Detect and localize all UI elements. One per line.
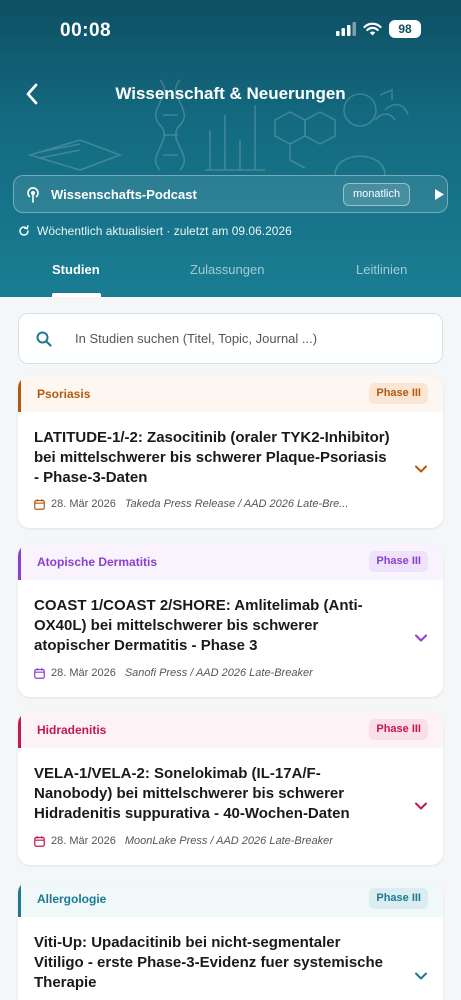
phase-badge: Phase III bbox=[369, 719, 428, 740]
status-icons: 98 bbox=[336, 20, 421, 38]
category-label: Allergologie bbox=[37, 892, 107, 906]
search-icon bbox=[36, 331, 52, 347]
card-body: LATITUDE-1/-2: Zasocitinib (oraler TYK2-… bbox=[18, 412, 443, 488]
chevron-down-icon[interactable] bbox=[414, 971, 428, 981]
study-meta: 28. Mär 2026 Takeda Press Release / AAD … bbox=[34, 498, 394, 510]
card-header: Atopische Dermatitis Phase III bbox=[18, 544, 443, 580]
update-text: Wöchentlich aktualisiert · zuletzt am 09… bbox=[37, 224, 292, 238]
screen: 00:08 98 Wissenschaft & Neuerungen Wisse… bbox=[0, 0, 461, 1000]
category-accent-bar bbox=[18, 544, 21, 580]
chevron-down-icon[interactable] bbox=[414, 801, 428, 811]
phase-badge: Phase III bbox=[369, 888, 428, 909]
category-label: Atopische Dermatitis bbox=[37, 555, 158, 569]
podcast-banner[interactable]: Wissenschafts-Podcast monatlich bbox=[13, 175, 448, 213]
card-header: Allergologie Phase III bbox=[18, 881, 443, 917]
category-accent-bar bbox=[18, 376, 21, 412]
study-title: VELA-1/VELA-2: Sonelokimab (IL-17A/F-Nan… bbox=[34, 765, 350, 822]
study-date: 28. Mär 2026 bbox=[51, 667, 116, 679]
signal-icon bbox=[336, 22, 356, 36]
card-body: Viti-Up: Upadacitinib bei nicht-segmenta… bbox=[18, 917, 443, 993]
study-date: 28. Mär 2026 bbox=[51, 835, 116, 847]
card-header: Psoriasis Phase III bbox=[18, 376, 443, 412]
tab-studien[interactable]: Studien bbox=[52, 262, 100, 277]
category-accent-bar bbox=[18, 712, 21, 748]
category-label: Hidradenitis bbox=[37, 723, 107, 737]
study-meta: 28. Mär 2026 Sanofi Press / AAD 2026 Lat… bbox=[34, 667, 394, 679]
status-time: 00:08 bbox=[60, 20, 112, 41]
page-title: Wissenschaft & Neuerungen bbox=[115, 84, 346, 103]
card-body: VELA-1/VELA-2: Sonelokimab (IL-17A/F-Nan… bbox=[18, 748, 443, 824]
status-bar: 00:08 98 bbox=[0, 0, 461, 60]
tab-active-indicator bbox=[52, 293, 101, 297]
calendar-icon bbox=[34, 835, 45, 847]
calendar-icon bbox=[34, 498, 45, 510]
tab-bar: Studien Zulassungen Leitlinien bbox=[0, 258, 461, 297]
tab-zulassungen[interactable]: Zulassungen bbox=[190, 262, 264, 277]
podcast-icon bbox=[27, 187, 39, 203]
play-icon[interactable] bbox=[434, 188, 445, 201]
study-title: COAST 1/COAST 2/SHORE: Amlitelimab (Anti… bbox=[34, 597, 363, 654]
search-field[interactable]: In Studien suchen (Titel, Topic, Journal… bbox=[18, 313, 443, 364]
tab-leitlinien[interactable]: Leitlinien bbox=[356, 262, 407, 277]
study-meta: 28. Mär 2026 MoonLake Press / AAD 2026 L… bbox=[34, 835, 394, 847]
study-source: Takeda Press Release / AAD 2026 Late-Bre… bbox=[124, 498, 349, 510]
podcast-frequency-badge: monatlich bbox=[343, 183, 411, 206]
study-date: 28. Mär 2026 bbox=[51, 498, 116, 510]
study-title: LATITUDE-1/-2: Zasocitinib (oraler TYK2-… bbox=[34, 429, 390, 486]
update-info: Wöchentlich aktualisiert · zuletzt am 09… bbox=[18, 224, 292, 238]
chevron-down-icon[interactable] bbox=[414, 633, 428, 643]
study-source: MoonLake Press / AAD 2026 Late-Breaker bbox=[124, 835, 333, 847]
hero-illustration bbox=[27, 79, 409, 175]
category-accent-bar bbox=[18, 881, 21, 917]
wifi-icon bbox=[363, 22, 382, 36]
battery-indicator: 98 bbox=[389, 20, 421, 38]
study-card[interactable]: Atopische Dermatitis Phase III COAST 1/C… bbox=[18, 544, 443, 697]
header: 00:08 98 Wissenschaft & Neuerungen Wisse… bbox=[0, 0, 461, 297]
calendar-icon bbox=[34, 667, 45, 679]
refresh-icon bbox=[19, 225, 29, 236]
search-placeholder: In Studien suchen (Titel, Topic, Journal… bbox=[75, 331, 318, 346]
study-card[interactable]: Hidradenitis Phase III VELA-1/VELA-2: So… bbox=[18, 712, 443, 865]
study-source: Sanofi Press / AAD 2026 Late-Breaker bbox=[124, 667, 313, 679]
podcast-label: Wissenschafts-Podcast bbox=[51, 187, 197, 202]
card-body: COAST 1/COAST 2/SHORE: Amlitelimab (Anti… bbox=[18, 580, 443, 656]
card-header: Hidradenitis Phase III bbox=[18, 712, 443, 748]
category-label: Psoriasis bbox=[37, 387, 91, 401]
study-card[interactable]: Allergologie Phase III Viti-Up: Upadacit… bbox=[18, 881, 443, 1000]
phase-badge: Phase III bbox=[369, 383, 428, 404]
chevron-down-icon[interactable] bbox=[414, 464, 428, 474]
phase-badge: Phase III bbox=[369, 551, 428, 572]
study-title: Viti-Up: Upadacitinib bei nicht-segmenta… bbox=[34, 934, 384, 991]
study-card[interactable]: Psoriasis Phase III LATITUDE-1/-2: Zasoc… bbox=[18, 376, 443, 528]
